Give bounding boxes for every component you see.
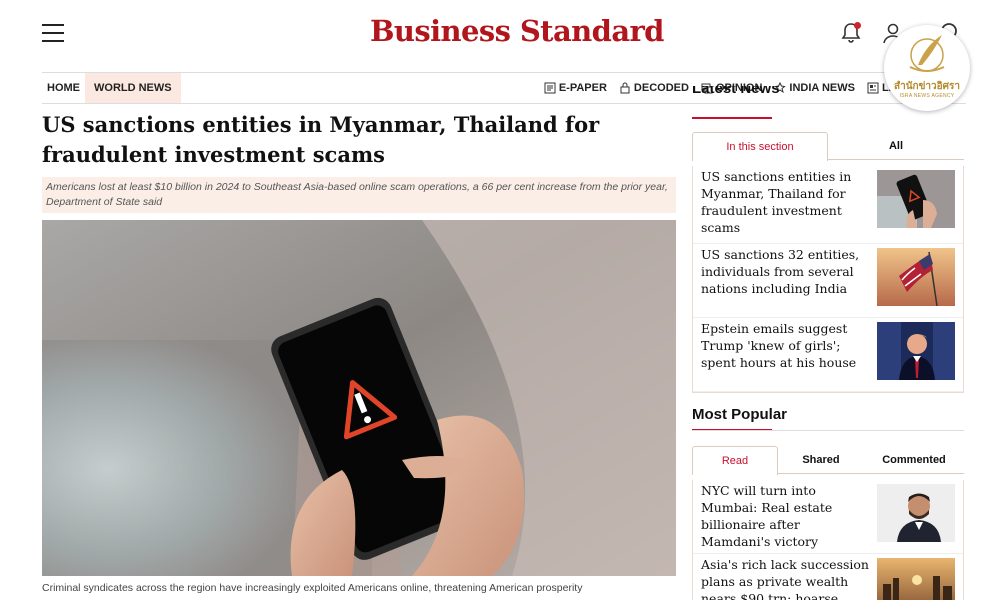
list-item[interactable]: US sanctions 32 entities, individuals fr… <box>693 244 963 318</box>
watermark-thai-text: สำนักข่าวอิศรา <box>893 81 960 92</box>
decoded-icon <box>620 82 630 94</box>
phone-thumbnail[interactable] <box>877 170 955 228</box>
nav-decoded[interactable]: DECODED <box>613 73 695 103</box>
most-popular-heading: Most Popular <box>692 406 788 423</box>
latest-news-tabs: In this section All <box>692 132 964 161</box>
article-headline: US sanctions entities in Myanmar, Thaila… <box>42 112 600 167</box>
nav-india-news[interactable]: INDIA NEWS <box>768 73 861 103</box>
notification-dot <box>854 22 861 29</box>
trump-thumbnail[interactable] <box>877 322 955 380</box>
list-item[interactable]: Epstein emails suggest Trump 'knew of gi… <box>693 318 963 392</box>
flag-thumbnail[interactable] <box>877 248 955 306</box>
quill-emblem-icon <box>909 35 945 72</box>
tab-shared[interactable]: Shared <box>778 446 864 475</box>
latest-news-icon <box>867 82 879 94</box>
nav-epaper[interactable]: E-PAPER <box>538 73 613 103</box>
skyline-thumbnail[interactable] <box>877 558 955 600</box>
nav-decoded-label: DECODED <box>633 82 689 94</box>
tab-in-this-section[interactable]: In this section <box>692 132 828 161</box>
list-item-title[interactable]: NYC will turn into Mumbai: Real estate b… <box>701 482 871 550</box>
notification-bell-icon[interactable] <box>838 20 864 46</box>
list-item[interactable]: Asia's rich lack succession plans as pri… <box>693 554 963 600</box>
list-item-title[interactable]: Asia's rich lack succession plans as pri… <box>701 556 871 600</box>
nav-breadcrumb: HOME WORLD NEWS <box>42 73 181 103</box>
nav-home[interactable]: HOME <box>42 73 85 103</box>
tab-read[interactable]: Read <box>692 446 778 475</box>
most-popular-tabs: Read Shared Commented <box>692 446 964 475</box>
nav-india-news-label: INDIA NEWS <box>789 82 855 94</box>
list-item[interactable]: NYC will turn into Mumbai: Real estate b… <box>693 480 963 554</box>
most-popular-list: NYC will turn into Mumbai: Real estate b… <box>692 480 964 600</box>
list-item-title[interactable]: Epstein emails suggest Trump 'knew of gi… <box>701 320 871 371</box>
divider <box>692 430 964 431</box>
article-hero-image <box>42 220 676 576</box>
list-item-title[interactable]: US sanctions entities in Myanmar, Thaila… <box>701 168 871 236</box>
image-caption: Criminal syndicates across the region ha… <box>42 582 583 594</box>
site-logo[interactable]: Business Standard <box>370 14 664 48</box>
tab-commented[interactable]: Commented <box>864 446 964 475</box>
latest-news-underline <box>692 117 772 119</box>
nav-world-news[interactable]: WORLD NEWS <box>85 73 181 103</box>
man-thumbnail[interactable] <box>877 484 955 542</box>
nav-epaper-label: E-PAPER <box>558 82 607 94</box>
watermark-english-text: ISRA NEWS AGENCY <box>899 93 955 99</box>
main-nav: HOME WORLD NEWS E-PAPER DECODED OPINION … <box>42 72 966 104</box>
menu-icon[interactable] <box>42 24 64 42</box>
list-item-title[interactable]: US sanctions 32 entities, individuals fr… <box>701 246 871 297</box>
latest-news-list: US sanctions entities in Myanmar, Thaila… <box>692 166 964 393</box>
tab-all[interactable]: All <box>828 132 964 161</box>
isra-news-watermark: สำนักข่าวอิศรา ISRA NEWS AGENCY <box>884 25 970 111</box>
article-summary: Americans lost at least $10 billion in 2… <box>42 177 676 213</box>
epaper-icon <box>544 82 556 94</box>
site-header: Business Standard <box>0 0 1000 72</box>
list-item[interactable]: US sanctions entities in Myanmar, Thaila… <box>693 166 963 244</box>
latest-news-heading: Latest News <box>692 86 780 97</box>
